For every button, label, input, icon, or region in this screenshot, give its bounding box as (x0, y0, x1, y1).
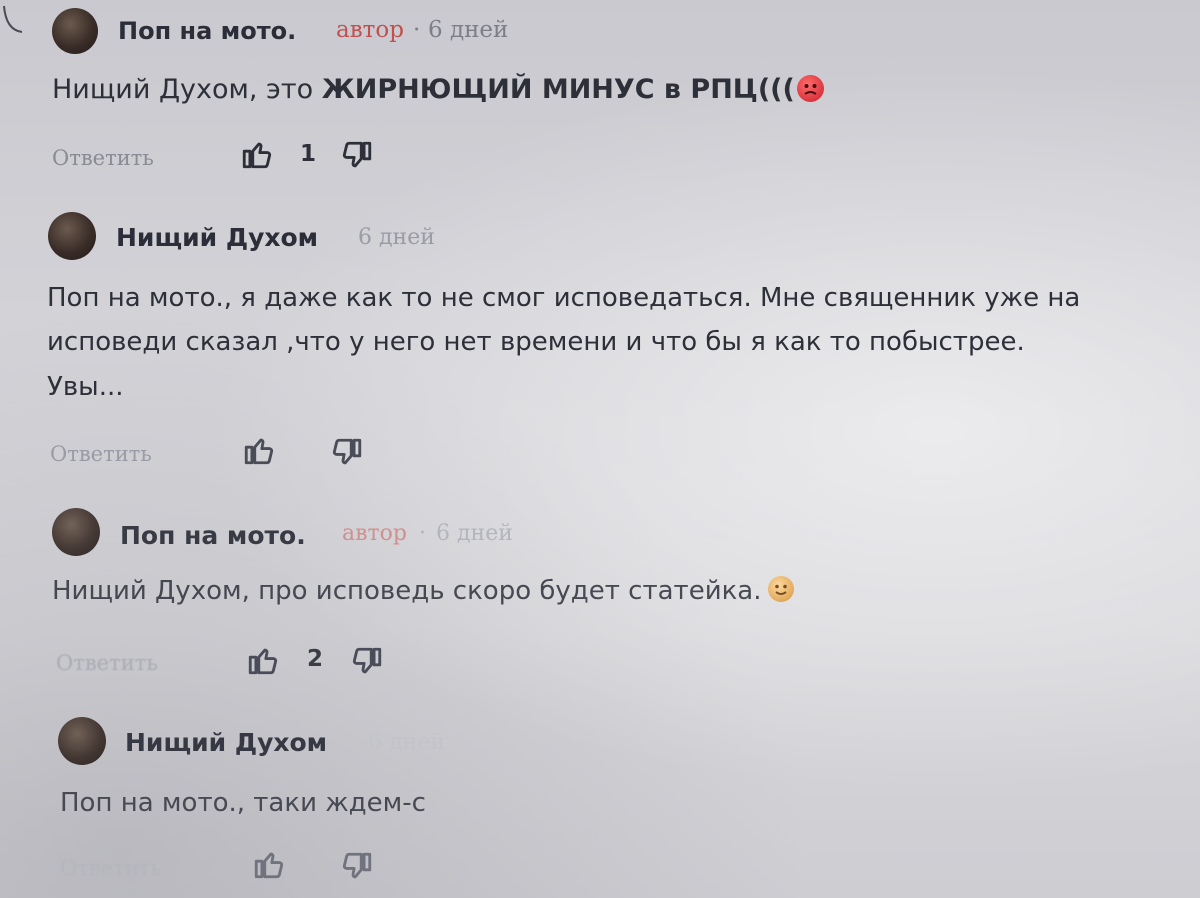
thread-line (3, 5, 23, 33)
thumbs-down-icon[interactable] (330, 436, 364, 470)
comment-text-line: Увы... (47, 372, 124, 402)
reply-button[interactable]: Ответить (52, 146, 154, 170)
separator: · (419, 521, 426, 546)
thumbs-down-icon[interactable] (350, 645, 384, 679)
comment-text-bold: ЖИРНЮЩИЙ МИНУС в РПЦ((( (321, 74, 795, 105)
thumbs-down-icon[interactable] (340, 139, 374, 173)
comment-author[interactable]: Нищий Духом (125, 728, 327, 757)
author-badge: автор (336, 17, 404, 43)
comment-text-content: Нищий Духом, про исповедь скоро будет ст… (52, 576, 762, 606)
avatar[interactable] (58, 717, 106, 765)
thumbs-up-icon[interactable] (242, 433, 276, 467)
comment-text: Нищий Духом, про исповедь скоро будет ст… (52, 575, 794, 606)
author-badge: автор (342, 521, 408, 546)
separator: · (413, 17, 421, 43)
comment-time: 6 дней (358, 225, 435, 250)
thumbs-up-icon[interactable] (246, 643, 280, 677)
thumbs-up-icon[interactable] (240, 137, 274, 171)
comment-time: 6 дней (436, 521, 513, 546)
comment-author[interactable]: Поп на мото. (118, 17, 296, 45)
angry-face-icon (796, 75, 824, 102)
comment-text-plain: Нищий Духом, это (52, 74, 322, 105)
thumbs-up-icon[interactable] (252, 847, 286, 881)
comment-author[interactable]: Поп на мото. (120, 521, 306, 550)
comment-text-line: Поп на мото., я даже как то не смог испо… (47, 283, 1081, 313)
reply-button[interactable]: Ответить (60, 856, 162, 880)
comment-text: Поп на мото., таки ждем-с (60, 788, 426, 818)
thumbs-down-icon[interactable] (340, 850, 374, 884)
avatar[interactable] (52, 508, 100, 556)
comment-text-line: исповеди сказал ,что у него нет времени … (47, 327, 1025, 357)
avatar[interactable] (52, 8, 98, 54)
comment-text: Нищий Духом, это ЖИРНЮЩИЙ МИНУС в РПЦ((( (52, 74, 824, 105)
reply-button[interactable]: Ответить (56, 651, 158, 675)
smiling-face-icon (767, 575, 794, 602)
comment-time: 6 дней (428, 17, 509, 43)
reply-button[interactable]: Ответить (50, 442, 152, 466)
likes-count: 1 (300, 141, 317, 167)
comment-author[interactable]: Нищий Духом (116, 223, 318, 252)
likes-count: 2 (307, 646, 324, 672)
avatar[interactable] (48, 212, 96, 260)
comment-time: 6 дней (368, 730, 445, 755)
